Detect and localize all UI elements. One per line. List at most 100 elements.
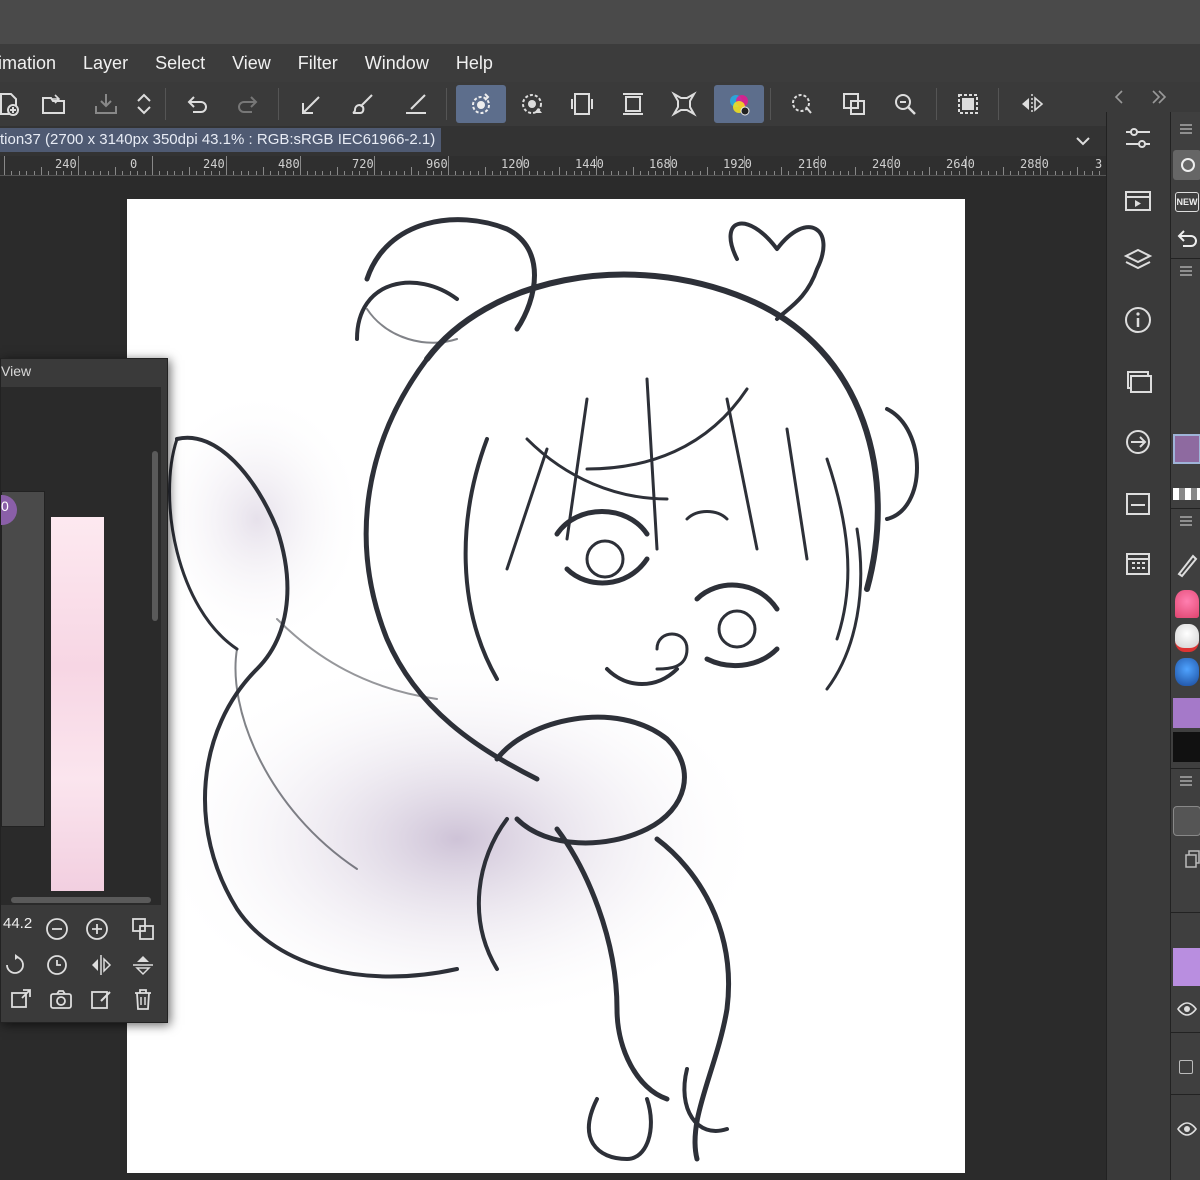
ruler-tick: [433, 171, 435, 175]
menu-animation[interactable]: imation: [0, 53, 56, 74]
ruler-tick: [544, 171, 546, 175]
layer-panel-icon[interactable]: [1122, 366, 1154, 398]
sub-tool-fill-icon[interactable]: [1175, 658, 1199, 686]
menu-bar: imation Layer Select View Filter Window …: [0, 44, 1200, 82]
subview-grid-icon[interactable]: [1122, 548, 1154, 580]
material-layers-icon[interactable]: [1122, 246, 1154, 278]
panel-handle-icon[interactable]: [1179, 266, 1193, 276]
zoom-in-icon[interactable]: [85, 917, 109, 941]
ruler-label: 3: [1095, 157, 1103, 171]
ruler-tick: [462, 171, 464, 175]
ruler-tick: [1040, 156, 1041, 175]
transparent-color-swatch[interactable]: [1173, 488, 1200, 500]
document-title[interactable]: tion37 (2700 x 3140px 350dpi 43.1% : RGB…: [0, 128, 442, 152]
stepper-button[interactable]: [126, 85, 162, 123]
undo-history-icon[interactable]: [1175, 226, 1199, 250]
chevron-down-icon[interactable]: [1074, 132, 1092, 150]
rotate-snap-button[interactable]: [512, 85, 552, 123]
layer-property-icon[interactable]: [1122, 488, 1154, 520]
ruler-tick: [832, 171, 834, 175]
layer-divider: [1171, 1094, 1200, 1095]
redo-button[interactable]: [228, 85, 268, 123]
eye-icon[interactable]: [1177, 1122, 1197, 1136]
navigator-preview[interactable]: 0: [1, 387, 161, 905]
sub-tool-brush-icon[interactable]: [1175, 590, 1199, 618]
panel-handle-icon[interactable]: [1179, 776, 1193, 786]
open-button[interactable]: [34, 85, 74, 123]
horizontal-scrollbar[interactable]: [11, 897, 151, 903]
trash-icon[interactable]: [131, 987, 155, 1011]
vertical-scrollbar[interactable]: [152, 451, 158, 621]
ruler-tick: [218, 171, 220, 175]
rotate-icon[interactable]: [3, 953, 27, 977]
separator: [770, 88, 771, 120]
ruler-tick: [588, 171, 590, 175]
sub-tool-selected-pen-icon[interactable]: [1173, 698, 1200, 728]
new-file-button[interactable]: [0, 85, 28, 123]
selected-layer-row[interactable]: [1173, 948, 1200, 986]
info-icon[interactable]: [1122, 304, 1154, 336]
sub-tool-eraser-icon[interactable]: [1175, 624, 1199, 652]
flip-horizontal-button[interactable]: [1012, 85, 1052, 123]
panel-handle-icon[interactable]: [1179, 124, 1193, 134]
fit-canvas-button[interactable]: [562, 85, 602, 123]
animation-timeline-icon[interactable]: [1122, 184, 1154, 216]
sub-tool-ink-icon[interactable]: [1173, 732, 1200, 762]
panel-divider: [1171, 768, 1200, 769]
separator: [165, 88, 166, 120]
panel-divider: [1171, 508, 1200, 509]
ruler-tick: [174, 171, 176, 175]
menu-help[interactable]: Help: [456, 53, 493, 74]
tool-search-button[interactable]: [1173, 150, 1200, 180]
edit-icon[interactable]: [89, 987, 113, 1011]
scale-button[interactable]: [664, 85, 704, 123]
lasso-select-button[interactable]: [782, 85, 822, 123]
zoom-fit-button[interactable]: [834, 85, 874, 123]
save-button[interactable]: [86, 85, 126, 123]
fit-window-icon[interactable]: [131, 917, 155, 941]
layer-mode-button[interactable]: [1173, 806, 1200, 836]
panel-handle-icon[interactable]: [1179, 516, 1193, 526]
command-bar: [0, 82, 1106, 126]
copy-layer-icon[interactable]: [1185, 850, 1200, 868]
layer-visibility-checkbox[interactable]: [1179, 1060, 1193, 1074]
ruler-tick: [292, 171, 294, 175]
ruler-tick: [603, 171, 605, 175]
rotate-canvas-button[interactable]: [456, 85, 506, 123]
color-popover[interactable]: [1, 491, 45, 827]
main-color-swatch[interactable]: [1173, 434, 1200, 464]
flip-vertical-icon[interactable]: [131, 953, 155, 977]
color-mixing-button[interactable]: [714, 85, 764, 123]
brush-tool-button[interactable]: [343, 85, 383, 123]
zoom-out-icon[interactable]: [45, 917, 69, 941]
chevron-left-icon[interactable]: [1112, 88, 1126, 106]
menu-window[interactable]: Window: [365, 53, 429, 74]
transform-tool-button[interactable]: [292, 85, 332, 123]
pen-tool-icon[interactable]: [1175, 552, 1199, 578]
ruler-tick: [240, 171, 242, 175]
reset-rotation-icon[interactable]: [45, 953, 69, 977]
fit-width-button[interactable]: [613, 85, 653, 123]
ruler-tick: [270, 171, 272, 175]
menu-view[interactable]: View: [232, 53, 271, 74]
eye-icon[interactable]: [1177, 1002, 1197, 1016]
zoom-button[interactable]: [885, 85, 925, 123]
new-badge[interactable]: NEW: [1175, 192, 1199, 212]
flip-horizontal-icon[interactable]: [89, 953, 113, 977]
select-all-button[interactable]: [948, 85, 988, 123]
camera-icon[interactable]: [49, 987, 73, 1011]
ruler-tick: [344, 171, 346, 175]
zoom-value[interactable]: 44.2: [3, 915, 32, 932]
drawing-canvas[interactable]: [127, 199, 965, 1173]
ruler-tick: [721, 171, 723, 175]
adjust-sliders-icon[interactable]: [1122, 122, 1154, 154]
menu-layer[interactable]: Layer: [83, 53, 128, 74]
line-tool-button[interactable]: [396, 85, 436, 123]
menu-filter[interactable]: Filter: [298, 53, 338, 74]
ruler-tick: [781, 167, 782, 175]
undo-button[interactable]: [177, 85, 217, 123]
menu-select[interactable]: Select: [155, 53, 205, 74]
new-window-icon[interactable]: [9, 987, 33, 1011]
navigator-link-icon[interactable]: [1122, 426, 1154, 458]
chevron-double-right-icon[interactable]: [1150, 88, 1168, 106]
